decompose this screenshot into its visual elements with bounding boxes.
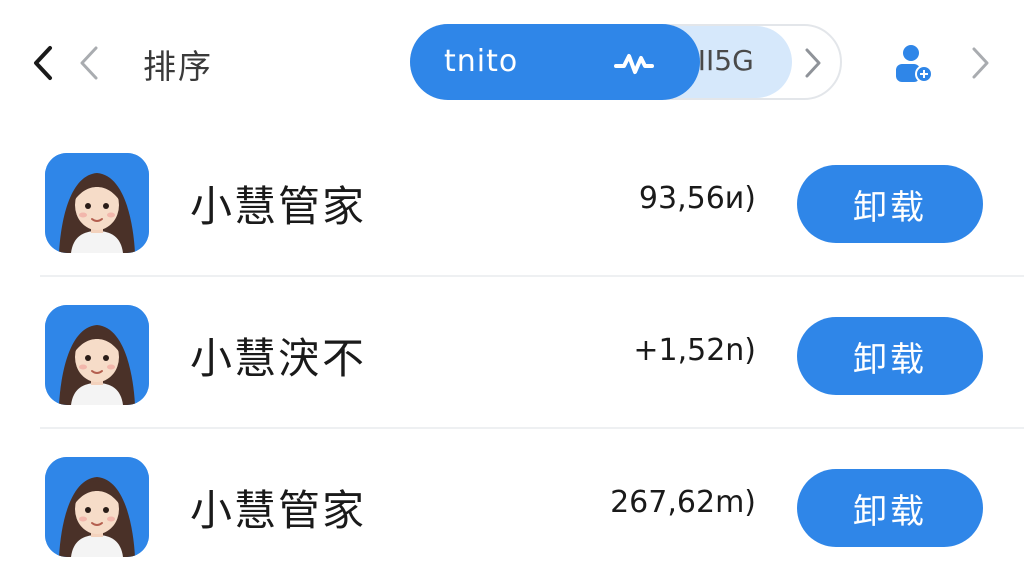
segment-wifi-label: tnito — [444, 44, 519, 79]
user-add-icon — [896, 45, 933, 83]
chevron-left-icon — [34, 46, 52, 80]
user-add-button[interactable] — [893, 44, 933, 84]
wave-icon — [614, 54, 654, 74]
list-item: 小慧涋不 +1,52n) 卸载 — [0, 277, 1024, 429]
uninstall-button[interactable]: 卸载 — [797, 469, 983, 547]
sort-label[interactable]: 排序 — [143, 40, 213, 88]
list-item: 小慧管家 93,56ᴎ) 卸载 — [0, 125, 1024, 277]
app-size: +1,52n) — [633, 333, 756, 368]
app-name: 小慧涋不 — [190, 334, 367, 383]
chevron-left-icon — [80, 46, 98, 80]
chevron-right-icon — [972, 47, 989, 79]
history-back-button[interactable] — [76, 44, 104, 82]
uninstall-button[interactable]: 卸载 — [797, 317, 983, 395]
app-avatar-icon — [45, 457, 149, 557]
app-name: 小慧管家 — [190, 182, 367, 231]
app-name: 小慧管家 — [190, 486, 367, 535]
app-size: 93,56ᴎ) — [638, 181, 756, 216]
back-button[interactable] — [30, 44, 58, 82]
chevron-right-icon — [805, 48, 821, 78]
list-item: 小慧管家 267,62m) 卸载 — [0, 429, 1024, 581]
segment-next-button[interactable] — [802, 46, 824, 80]
app-avatar-icon — [45, 305, 149, 405]
segment-wifi[interactable]: tnito — [410, 24, 700, 100]
more-button[interactable] — [968, 44, 992, 82]
uninstall-button[interactable]: 卸载 — [797, 165, 983, 243]
app-avatar-icon — [45, 153, 149, 253]
app-size: 267,62m) — [610, 485, 756, 520]
app-list: 小慧管家 93,56ᴎ) 卸载 小慧涋不 +1,52n) 卸载 小慧管家 267… — [0, 125, 1024, 581]
top-bar: 排序 ıII5G tnito — [0, 0, 1024, 125]
